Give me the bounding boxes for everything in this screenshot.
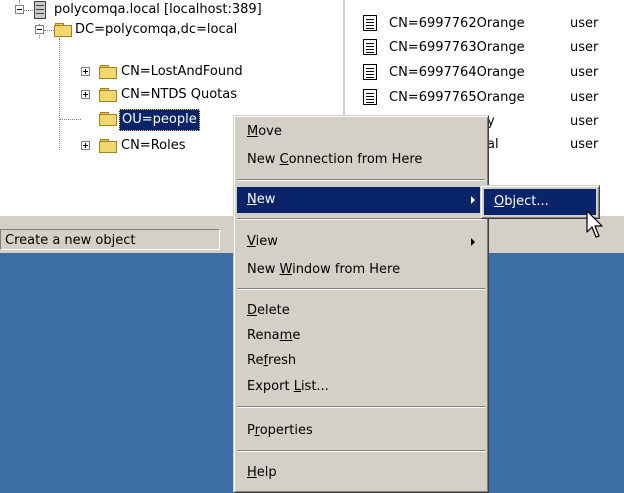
list-item-name: CN=6997765Orange [389,90,525,105]
expand-icon[interactable] [81,141,90,150]
expand-icon[interactable] [81,90,90,99]
tree-item-lostandfound[interactable]: CN=LostAndFound [0,62,340,82]
server-icon [34,1,46,19]
tree-item-label: OU=people [119,109,200,131]
tree-item-domain[interactable]: DC=polycomqa,dc=local [0,20,340,40]
folder-icon [54,23,72,37]
list-item-type: user [570,16,599,31]
menu-item-refresh[interactable]: Refresh [237,348,485,374]
mouse-pointer-icon [586,210,603,238]
submenu-arrow-icon [471,238,475,246]
list-item-name: CN=6997762Orange [389,16,525,31]
list-item-type: user [570,137,599,152]
list-item-type: user [570,90,599,105]
list-item-type: user [570,114,599,129]
new-submenu: Object... [480,185,600,219]
menu-item-new-window[interactable]: New Window from Here [237,257,485,283]
folder-icon [99,139,117,153]
folder-icon [99,112,117,126]
menu-separator [237,218,485,220]
menu-item-rename[interactable]: Rename [237,323,485,349]
tree-item-label: CN=LostAndFound [121,64,243,79]
tree-item-ntds-quotas[interactable]: CN=NTDS Quotas [0,85,340,105]
list-item-type: user [570,40,599,55]
list-item-type: user [570,65,599,80]
tree-item-label: CN=Roles [121,138,186,153]
menu-item-export-list[interactable]: Export List... [237,374,485,400]
document-icon [363,89,377,105]
folder-icon [99,88,117,102]
folder-icon [99,65,117,79]
menu-separator [237,179,485,181]
list-item-name: CN=6997763Orange [389,40,525,55]
menu-separator [237,288,485,290]
tree-item-label: polycomqa.local [localhost:389] [54,2,262,17]
menu-item-help[interactable]: Help [237,460,485,486]
document-icon [363,64,377,80]
menu-separator [237,450,485,452]
menu-item-properties[interactable]: Properties [237,418,485,444]
tree-item-label: CN=NTDS Quotas [121,87,238,102]
collapse-icon[interactable] [15,5,24,14]
menu-item-view[interactable]: View [237,229,485,255]
submenu-arrow-icon [471,196,475,204]
list-item-name: CN=6997764Orange [389,65,525,80]
menu-item-object[interactable]: Object... [484,189,596,215]
context-menu: Move New Connection from Here New View N… [233,115,489,493]
expand-icon[interactable] [81,67,90,76]
tree-item-label: DC=polycomqa,dc=local [75,22,238,37]
document-icon [363,39,377,55]
menu-item-new[interactable]: New [237,187,485,213]
menu-separator [237,406,485,408]
menu-item-new-connection[interactable]: New Connection from Here [237,147,485,173]
menu-item-delete[interactable]: Delete [237,298,485,324]
status-text: Create a new object [0,229,220,250]
document-icon [363,15,377,31]
collapse-icon[interactable] [35,25,44,34]
menu-item-move[interactable]: Move [237,119,485,145]
tree-item-root[interactable]: polycomqa.local [localhost:389] [0,0,340,20]
